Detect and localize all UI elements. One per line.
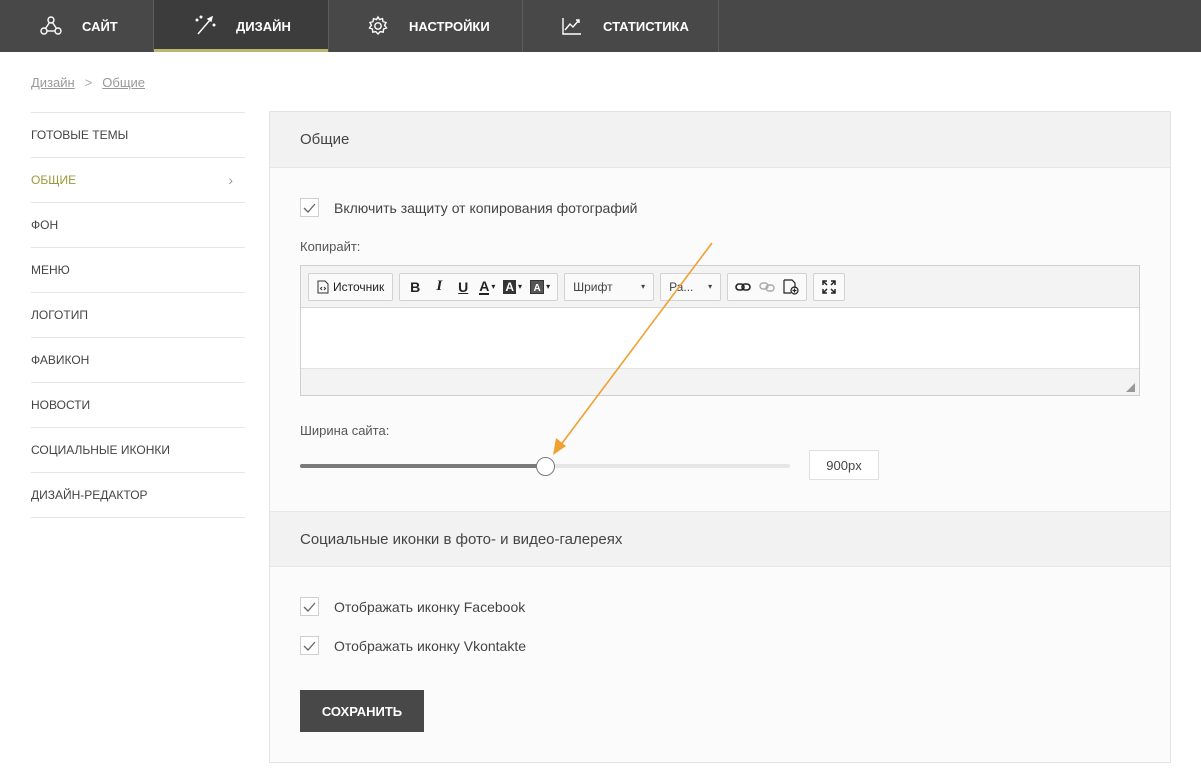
bg-color-label: A [503,279,517,294]
facebook-checkbox[interactable] [300,597,319,616]
breadcrumb-design-link[interactable]: Дизайн [31,75,75,90]
breadcrumb-separator: > [84,75,93,90]
text-color-label: A [479,277,490,295]
editor-statusbar [301,368,1139,395]
sidebar-item-label: ДИЗАЙН-РЕДАКТОР [31,488,148,502]
sidebar-item-background[interactable]: ФОН [31,203,245,248]
line-chart-icon [561,15,583,37]
vkontakte-label: Отображать иконку Vkontakte [334,637,527,654]
gear-icon [367,15,389,37]
maximize-group [813,272,846,301]
site-width-value: 900px [809,450,879,480]
background-color-button[interactable]: A ▾ [500,276,525,298]
sidebar-item-menu[interactable]: МЕНЮ [31,248,245,293]
source-button-label: Источник [333,279,385,294]
sidebar-item-label: ФОН [31,218,59,232]
maximize-icon [822,279,836,294]
checkmark-icon [303,641,316,651]
vkontakte-row: Отображать иконку Vkontakte [300,636,526,655]
sidebar-item-social-icons[interactable]: СОЦИАЛЬНЫЕ ИКОНКИ [31,428,245,473]
sidebar-item-label: СОЦИАЛЬНЫЕ ИКОНКИ [31,443,170,457]
copy-protection-label: Включить защиту от копирования фотографи… [334,199,638,216]
copy-protection-checkbox[interactable] [300,198,319,217]
sidebar: ГОТОВЫЕ ТЕМЫ ОБЩИЕ › ФОН МЕНЮ ЛОГОТИП ФАВ… [31,112,245,518]
maximize-button[interactable] [818,276,840,298]
sidebar-item-label: ЛОГОТИП [31,308,88,322]
site-width-label: Ширина сайта: [300,423,390,438]
unlink-icon [759,281,775,292]
link-icon [735,282,751,291]
sidebar-item-label: МЕНЮ [31,263,70,277]
section-general-title: Общие [270,112,1170,168]
sidebar-item-themes[interactable]: ГОТОВЫЕ ТЕМЫ [31,113,245,158]
source-group: Источник [308,272,394,301]
tab-statistics-label: СТАТИСТИКА [603,18,689,34]
sidebar-item-design-editor[interactable]: ДИЗАЙН-РЕДАКТОР [31,473,245,518]
slider-fill [300,464,545,468]
font-family-select[interactable]: Шрифт ▾ [564,272,655,301]
sidebar-item-general[interactable]: ОБЩИЕ › [31,158,245,203]
tab-design-label: ДИЗАЙН [236,18,291,34]
highlight-box-icon: A [530,279,545,294]
font-size-select[interactable]: Ра... ▾ [660,272,722,301]
copy-protection-row: Включить защиту от копирования фотографи… [300,198,637,217]
site-width-slider[interactable] [300,457,790,476]
text-highlight-button[interactable]: A ▾ [527,276,553,298]
copyright-text-area[interactable] [301,308,1139,368]
insert-image-button[interactable] [780,276,802,298]
link-button[interactable] [732,276,754,298]
breadcrumb: Дизайн > Общие [31,75,145,90]
tab-settings-label: НАСТРОЙКИ [409,18,490,34]
caret-down-icon: ▾ [491,282,496,291]
insert-group [727,272,808,301]
top-navigation: САЙТ ДИЗАЙН НАСТРОЙКИ СТАТИСТИКА [0,0,1201,52]
save-button[interactable]: СОХРАНИТЬ [300,690,424,732]
settings-panel: Общие Включить защиту от копирования фот… [269,111,1171,763]
slider-thumb[interactable] [536,457,555,476]
tab-statistics[interactable]: СТАТИСТИКА [523,0,719,52]
section-social-title: Социальные иконки в фото- и видео-галере… [270,511,1170,567]
format-group: B I U A ▾ A ▾ A ▾ [399,272,559,301]
sidebar-item-label: НОВОСТИ [31,398,91,412]
vkontakte-checkbox[interactable] [300,636,319,655]
italic-button[interactable]: I [428,276,450,298]
checkmark-icon [303,602,316,612]
source-file-icon [317,280,329,293]
sidebar-item-favicon[interactable]: ФАВИКОН [31,338,245,383]
sidebar-item-label: ГОТОВЫЕ ТЕМЫ [31,128,129,142]
size-select-label: Ра... [669,279,694,294]
unlink-button[interactable] [756,276,778,298]
caret-down-icon: ▾ [518,282,523,291]
sidebar-item-label: ОБЩИЕ [31,173,77,187]
source-button[interactable]: Источник [313,276,388,298]
font-select-label: Шрифт [573,279,613,294]
caret-down-icon: ▾ [546,282,551,291]
checkmark-icon [303,203,316,213]
breadcrumb-general-link[interactable]: Общие [102,75,145,90]
copyright-label: Копирайт: [300,239,361,254]
sitemap-icon [40,15,62,37]
copyright-editor: Источник B I U A ▾ A ▾ A ▾ Шрифт ▾ Ра...… [300,265,1140,396]
image-add-icon [783,278,799,295]
bold-button[interactable]: B [404,276,426,298]
tab-site[interactable]: САЙТ [0,0,154,52]
chevron-right-icon: › [228,172,233,188]
text-color-button[interactable]: A ▾ [476,276,498,298]
facebook-label: Отображать иконку Facebook [334,598,526,615]
sidebar-item-news[interactable]: НОВОСТИ [31,383,245,428]
resize-grip-icon[interactable] [1126,383,1135,392]
tab-settings[interactable]: НАСТРОЙКИ [329,0,523,52]
underline-button[interactable]: U [452,276,474,298]
editor-toolbar: Источник B I U A ▾ A ▾ A ▾ Шрифт ▾ Ра...… [301,266,1139,308]
sidebar-item-logo[interactable]: ЛОГОТИП [31,293,245,338]
magic-wand-icon [194,15,216,37]
caret-down-icon: ▾ [641,282,646,291]
tab-site-label: САЙТ [82,18,118,34]
caret-down-icon: ▾ [708,282,713,291]
facebook-row: Отображать иконку Facebook [300,597,525,616]
sidebar-item-label: ФАВИКОН [31,353,90,367]
svg-text:A: A [534,283,541,294]
tab-design[interactable]: ДИЗАЙН [154,0,329,52]
